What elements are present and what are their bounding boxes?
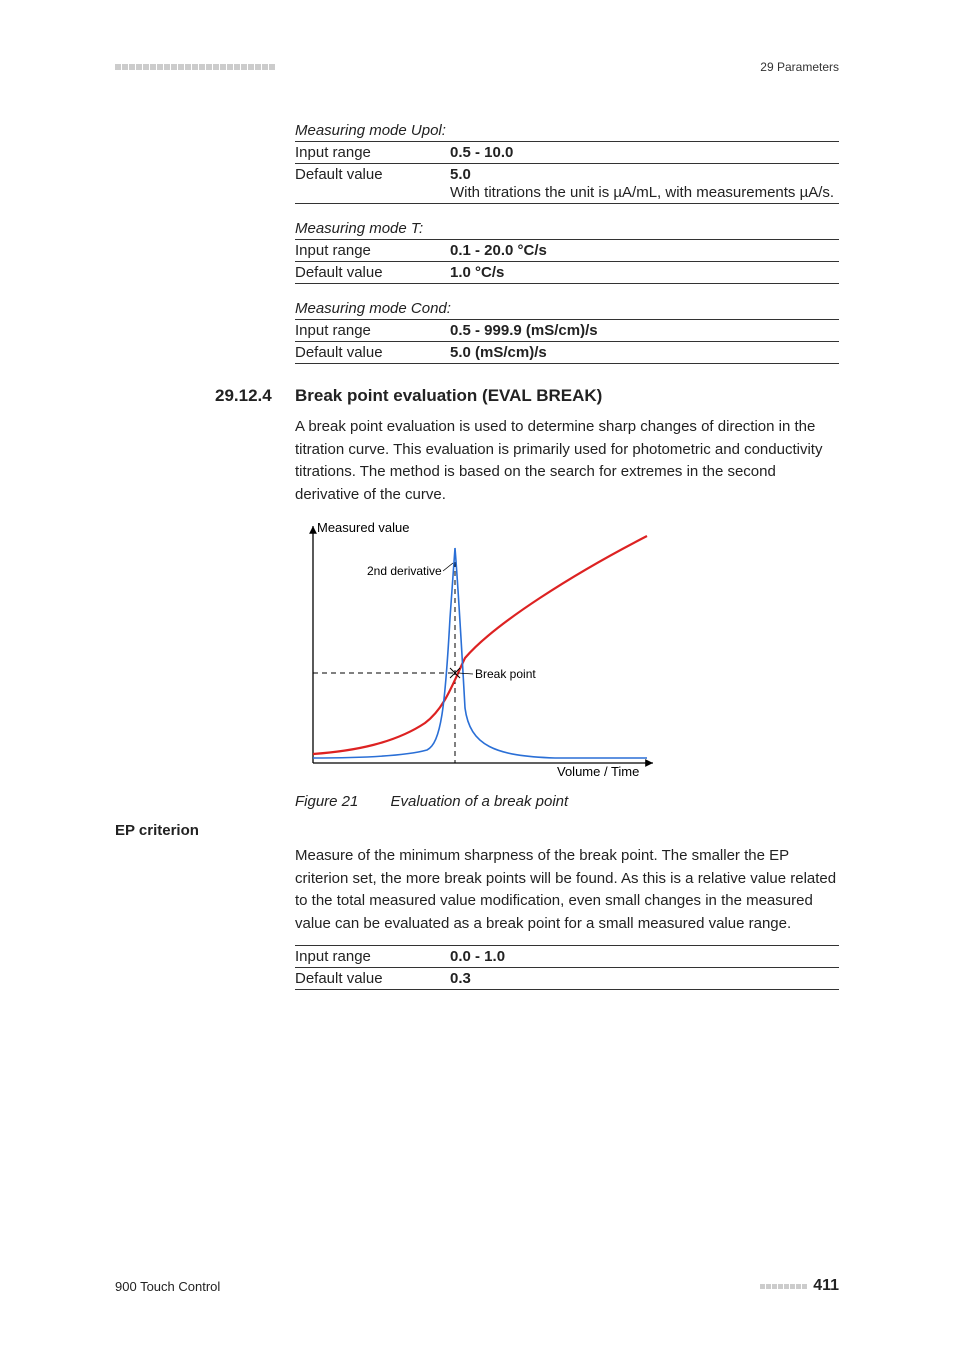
param-note: With titrations the unit is µA/mL, with … bbox=[450, 184, 839, 201]
param-value: 5.0 (mS/cm)/s bbox=[450, 344, 839, 361]
page-footer: 900 Touch Control 411 bbox=[115, 1277, 839, 1295]
footer-decoration bbox=[760, 1284, 807, 1289]
param-value: 5.0 With titrations the unit is µA/mL, w… bbox=[450, 166, 839, 201]
param-label: Input range bbox=[295, 242, 450, 259]
param-row: Default value 5.0 With titrations the un… bbox=[295, 163, 839, 204]
param-value: 0.0 - 1.0 bbox=[450, 948, 839, 965]
param-label: Input range bbox=[295, 948, 450, 965]
param-group-t: Measuring mode T: Input range 0.1 - 20.0… bbox=[295, 220, 839, 284]
chart-caption: Figure 21 Evaluation of a break point bbox=[295, 793, 839, 810]
caption-label: Figure 21 bbox=[295, 793, 358, 810]
footer-product: 900 Touch Control bbox=[115, 1279, 220, 1294]
param-label: Input range bbox=[295, 144, 450, 161]
chart-y-label: Measured value bbox=[317, 520, 410, 535]
group-heading: Measuring mode T: bbox=[295, 220, 839, 237]
chart-x-label: Volume / Time bbox=[557, 764, 639, 779]
group-heading: Measuring mode Upol: bbox=[295, 122, 839, 139]
section-number: 29.12.4 bbox=[215, 386, 295, 406]
param-group-ep: Input range 0.0 - 1.0 Default value 0.3 bbox=[295, 945, 839, 990]
chart-series-label: 2nd derivative bbox=[367, 564, 442, 578]
param-value-text: 5.0 bbox=[450, 166, 471, 183]
ep-heading: EP criterion bbox=[115, 822, 839, 839]
param-value: 0.5 - 999.9 (mS/cm)/s bbox=[450, 322, 839, 339]
page-number: 411 bbox=[813, 1277, 839, 1295]
section-intro: A break point evaluation is used to dete… bbox=[295, 416, 839, 506]
group-heading: Measuring mode Cond: bbox=[295, 300, 839, 317]
param-value: 0.5 - 10.0 bbox=[450, 144, 839, 161]
param-label: Default value bbox=[295, 264, 450, 281]
param-group-upol: Measuring mode Upol: Input range 0.5 - 1… bbox=[295, 122, 839, 204]
caption-text: Evaluation of a break point bbox=[391, 793, 569, 810]
param-label: Default value bbox=[295, 970, 450, 987]
chart-point-label: Break point bbox=[475, 667, 536, 681]
break-point-chart: Measured value Volume / Time 2nd derivat… bbox=[295, 518, 839, 810]
param-row: Default value 1.0 °C/s bbox=[295, 261, 839, 284]
param-row: Input range 0.0 - 1.0 bbox=[295, 945, 839, 967]
param-value: 0.1 - 20.0 °C/s bbox=[450, 242, 839, 259]
param-row: Default value 5.0 (mS/cm)/s bbox=[295, 341, 839, 364]
param-label: Default value bbox=[295, 166, 450, 201]
page-header: 29 Parameters bbox=[115, 60, 839, 74]
section-heading: 29.12.4 Break point evaluation (EVAL BRE… bbox=[115, 386, 839, 406]
param-value: 1.0 °C/s bbox=[450, 264, 839, 281]
section-title: Break point evaluation (EVAL BREAK) bbox=[295, 386, 602, 406]
ep-body: Measure of the minimum sharpness of the … bbox=[295, 845, 839, 935]
param-row: Default value 0.3 bbox=[295, 967, 839, 990]
param-value: 0.3 bbox=[450, 970, 839, 987]
param-row: Input range 0.5 - 999.9 (mS/cm)/s bbox=[295, 319, 839, 341]
breadcrumb: 29 Parameters bbox=[760, 60, 839, 74]
param-group-cond: Measuring mode Cond: Input range 0.5 - 9… bbox=[295, 300, 839, 364]
param-row: Input range 0.5 - 10.0 bbox=[295, 141, 839, 163]
param-row: Input range 0.1 - 20.0 °C/s bbox=[295, 239, 839, 261]
header-decoration bbox=[115, 64, 275, 70]
param-label: Default value bbox=[295, 344, 450, 361]
param-label: Input range bbox=[295, 322, 450, 339]
